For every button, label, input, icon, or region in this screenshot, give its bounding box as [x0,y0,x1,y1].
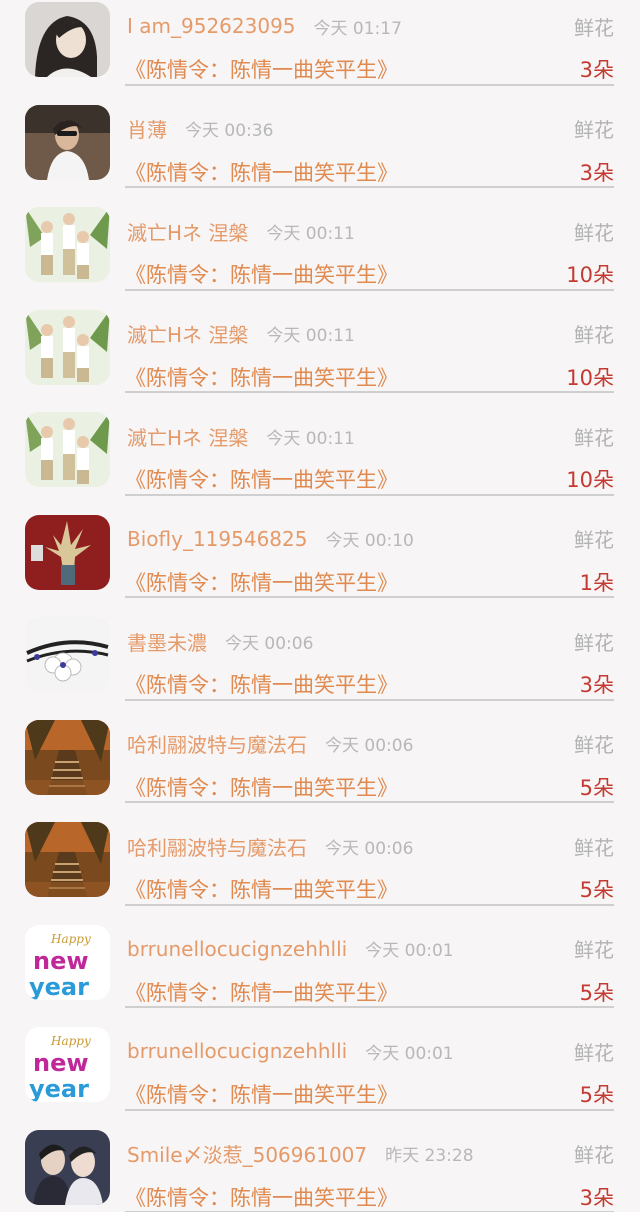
svg-text:new: new [33,947,89,975]
list-item[interactable]: Happy new year brrunellocucignzehhlli 今天 0… [0,1008,640,1111]
list-item[interactable]: Biofly_119546825 今天 00:10 鲜花 《陈情令：陈情一曲笑平… [0,496,640,598]
avatar-autumn-bridge[interactable] [25,822,110,897]
gift-type-label: 鲜花 [574,938,614,962]
gift-count: 5朵 [579,980,614,1005]
book-title-link[interactable]: 《陈情令：陈情一曲笑平生》 [125,361,398,393]
username[interactable]: 肖薄 [127,114,167,143]
svg-text:Happy: Happy [50,932,91,946]
book-title-link[interactable]: 《陈情令：陈情一曲笑平生》 [125,1181,398,1212]
gift-type-label: 鲜花 [574,1143,614,1167]
gift-type-label: 鲜花 [574,528,614,552]
avatar-group-boys[interactable] [25,207,110,282]
list-item[interactable]: 滅亡Hネ 涅槃 今天 00:11 鲜花 《陈情令：陈情一曲笑平生》 10朵 [0,393,640,496]
gift-count: 10朵 [566,468,614,492]
timestamp: 昨天 23:28 [385,1146,474,1166]
gift-count: 3朵 [579,58,614,82]
list-item[interactable]: 書墨未濃 今天 00:06 鲜花 《陈情令：陈情一曲笑平生》 3朵 [0,598,640,701]
timestamp: 今天 01:17 [313,18,402,39]
username[interactable]: I am_952623095 [127,14,296,38]
gift-type-label: 鲜花 [574,15,614,40]
list-item[interactable]: 滅亡Hネ 涅槃 今天 00:11 鲜花 《陈情令：陈情一曲笑平生》 10朵 [0,291,640,393]
gift-type-label: 鲜花 [574,733,614,757]
username[interactable]: 滅亡Hネ 涅槃 [127,319,248,348]
timestamp: 今天 00:11 [266,223,355,244]
timestamp: 今天 00:10 [325,531,414,551]
list-item[interactable]: I am_952623095 今天 01:17 鲜花 《陈情令：陈情一曲笑平生》… [0,0,640,86]
list-item[interactable]: 哈利翮波特与魔法石 今天 00:06 鲜花 《陈情令：陈情一曲笑平生》 5朵 [0,803,640,906]
timestamp: 今天 00:36 [185,121,274,141]
avatar-bracelet[interactable] [25,617,110,692]
gift-type-label: 鲜花 [574,1040,614,1065]
book-title-link[interactable]: 《陈情令：陈情一曲笑平生》 [125,463,398,495]
svg-text:year: year [29,1075,89,1102]
avatar-new-year[interactable]: Happy new year [25,924,110,1000]
gift-type-label: 鲜花 [574,118,614,142]
svg-text:Happy: Happy [50,1034,91,1048]
timestamp: 今天 00:01 [365,1043,454,1064]
list-item[interactable]: 哈利翮波特与魔法石 今天 00:06 鲜花 《陈情令：陈情一曲笑平生》 5朵 [0,701,640,803]
username[interactable]: 哈利翮波特与魔法石 [127,729,307,758]
username[interactable]: 滅亡Hネ 涅槃 [127,217,248,246]
list-item[interactable]: Smile〆淡惹_506961007 昨天 23:28 鲜花 《陈情令：陈情一曲… [0,1111,640,1212]
username[interactable]: brrunellocucignzehhlli [127,937,347,961]
gift-count: 5朵 [579,878,614,902]
book-title-link[interactable]: 《陈情令：陈情一曲笑平生》 [125,668,398,700]
timestamp: 今天 00:11 [266,326,355,346]
book-title-link[interactable]: 《陈情令：陈情一曲笑平生》 [125,156,398,188]
username[interactable]: 滅亡Hネ 涅槃 [127,422,248,451]
username[interactable]: brrunellocucignzehhlli [127,1039,347,1063]
avatar-new-year[interactable]: Happy new year [25,1027,110,1102]
gift-type-label: 鲜花 [574,425,614,450]
book-title-link[interactable]: 《陈情令：陈情一曲笑平生》 [125,53,398,85]
avatar-autumn-bridge[interactable] [25,719,110,795]
book-title-link[interactable]: 《陈情令：陈情一曲笑平生》 [125,1078,398,1110]
gift-count: 3朵 [579,160,614,185]
avatar-selfie-car[interactable] [25,104,110,180]
timestamp: 今天 00:06 [225,633,314,654]
username[interactable]: Smile〆淡惹_506961007 [127,1139,367,1168]
gift-type-label: 鲜花 [574,835,614,860]
gift-type-label: 鲜花 [574,630,614,655]
gift-count: 10朵 [566,365,614,390]
gift-count: 5朵 [579,1083,614,1107]
svg-text:year: year [29,973,89,1000]
gift-type-label: 鲜花 [574,220,614,245]
gift-type-label: 鲜花 [574,323,614,347]
list-item[interactable]: 肖薄 今天 00:36 鲜花 《陈情令：陈情一曲笑平生》 3朵 [0,86,640,188]
book-title-link[interactable]: 《陈情令：陈情一曲笑平生》 [125,566,398,598]
gift-count: 5朵 [579,775,614,800]
timestamp: 今天 00:11 [266,428,355,449]
avatar-portrait-girl[interactable] [25,2,110,77]
svg-text:new: new [33,1049,89,1077]
username[interactable]: 書墨未濃 [127,627,207,656]
avatar-two-men[interactable] [25,1129,110,1205]
book-title-link[interactable]: 《陈情令：陈情一曲笑平生》 [125,873,398,905]
list-item[interactable]: Happy new year brrunellocucignzehhlli 今天 0… [0,906,640,1008]
avatar-group-boys[interactable] [25,412,110,487]
book-title-link[interactable]: 《陈情令：陈情一曲笑平生》 [125,771,398,803]
timestamp: 今天 00:06 [325,736,414,756]
avatar-group-boys[interactable] [25,309,110,385]
gift-count: 3朵 [579,673,614,697]
gift-count: 1朵 [579,570,614,595]
book-title-link[interactable]: 《陈情令：陈情一曲笑平生》 [125,976,398,1008]
timestamp: 今天 00:06 [325,838,414,859]
gift-count: 10朵 [566,263,614,287]
username[interactable]: Biofly_119546825 [127,527,307,551]
list-item[interactable]: 滅亡Hネ 涅槃 今天 00:11 鲜花 《陈情令：陈情一曲笑平生》 10朵 [0,188,640,291]
username[interactable]: 哈利翮波特与魔法石 [127,832,307,861]
book-title-link[interactable]: 《陈情令：陈情一曲笑平生》 [125,258,398,290]
gift-count: 3朵 [579,1185,614,1210]
gift-record-list[interactable]: I am_952623095 今天 01:17 鲜花 《陈情令：陈情一曲笑平生》… [0,0,640,1212]
timestamp: 今天 00:01 [365,941,454,961]
avatar-figure-red[interactable] [25,514,110,590]
